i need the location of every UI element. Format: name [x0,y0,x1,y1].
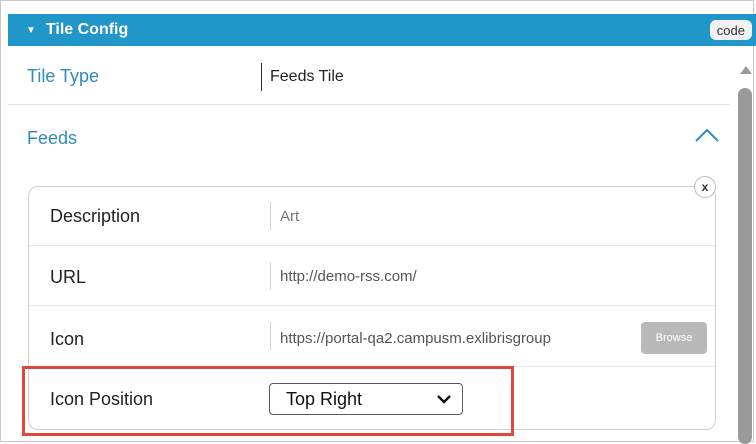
chevron-up-icon[interactable] [694,126,720,144]
field-separator [29,305,715,306]
remove-feed-button[interactable]: x [694,176,716,198]
highlight-annotation [22,366,514,436]
tile-type-label: Tile Type [27,66,100,86]
tile-type-divider [261,63,262,91]
header-title: Tile Config [45,21,129,38]
code-button[interactable]: code [709,20,752,40]
field-divider [270,262,271,290]
field-divider [270,322,271,350]
description-label: Description [50,206,141,226]
field-separator [29,245,715,246]
icon-url-input[interactable]: https://portal-qa2.campusm.exlibrisgroup [280,330,636,347]
scrollbar-thumb[interactable] [738,88,752,444]
field-divider [270,202,271,230]
caret-down-icon: ▼ [26,24,36,36]
url-input[interactable]: http://demo-rss.com/ [280,268,636,285]
scroll-up-arrow-icon[interactable] [740,66,752,74]
description-input[interactable]: Art [280,208,636,225]
browse-button[interactable]: Browse [641,322,707,354]
row-separator [8,104,730,105]
tile-config-header[interactable]: ▼ Tile Config code [8,14,756,46]
tile-type-value: Feeds Tile [270,68,344,85]
icon-label: Icon [50,329,85,349]
feeds-section-label: Feeds [27,128,78,148]
url-label: URL [50,267,87,287]
